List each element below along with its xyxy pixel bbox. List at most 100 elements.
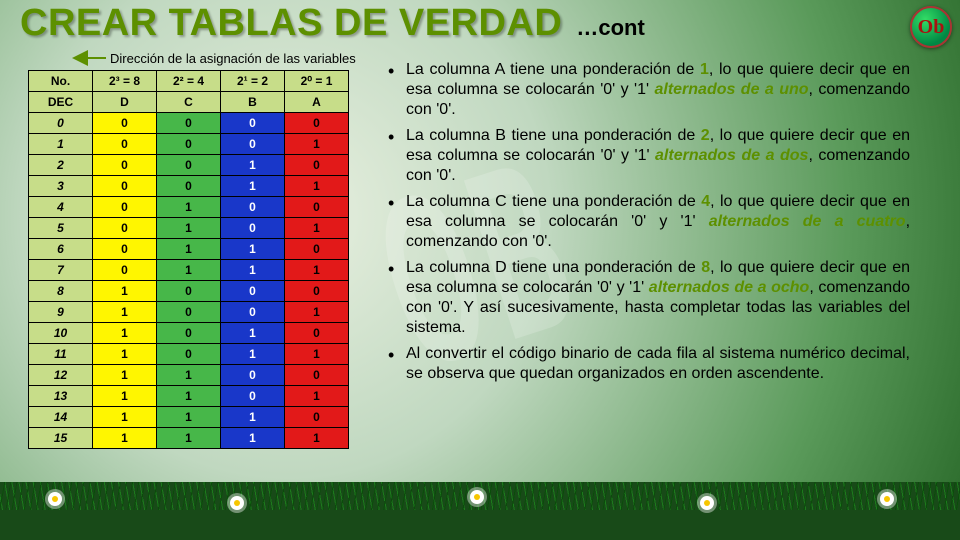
b2-t1: La columna B tiene una ponderación de bbox=[406, 127, 701, 144]
hdr-w4: 2² = 4 bbox=[157, 71, 221, 92]
cell-A: 1 bbox=[285, 428, 349, 449]
cell-D: 1 bbox=[93, 365, 157, 386]
cell-D: 1 bbox=[93, 344, 157, 365]
cell-B: 0 bbox=[221, 386, 285, 407]
hdr-A: A bbox=[285, 92, 349, 113]
b3-alt: alternados de a cuatro bbox=[709, 213, 906, 230]
cell-B: 0 bbox=[221, 134, 285, 155]
cell-D: 1 bbox=[93, 323, 157, 344]
cell-C: 1 bbox=[157, 386, 221, 407]
cell-C: 1 bbox=[157, 218, 221, 239]
arrow-rule bbox=[88, 57, 106, 59]
bullet-4: La columna D tiene una ponderación de 8,… bbox=[386, 258, 910, 338]
hdr-B: B bbox=[221, 92, 285, 113]
b5-t: Al convertir el código binario de cada f… bbox=[406, 345, 910, 382]
table-row: 40100 bbox=[29, 197, 349, 218]
cell-A: 0 bbox=[285, 155, 349, 176]
cell-A: 1 bbox=[285, 134, 349, 155]
bullet-5: Al convertir el código binario de cada f… bbox=[386, 344, 910, 384]
bullet-1: La columna A tiene una ponderación de 1,… bbox=[386, 60, 910, 120]
cell-index: 2 bbox=[29, 155, 93, 176]
cell-index: 10 bbox=[29, 323, 93, 344]
cell-C: 1 bbox=[157, 407, 221, 428]
slide-title-row: CREAR TABLAS DE VERDAD …cont bbox=[20, 2, 645, 45]
flower-icon bbox=[230, 496, 244, 510]
cell-A: 0 bbox=[285, 239, 349, 260]
bullet-3: La columna C tiene una ponderación de 4,… bbox=[386, 192, 910, 252]
table-row: 50101 bbox=[29, 218, 349, 239]
table-body: 0000010001200103001140100501016011070111… bbox=[29, 113, 349, 449]
cell-D: 0 bbox=[93, 134, 157, 155]
table-row: 20010 bbox=[29, 155, 349, 176]
arrow-left-icon bbox=[72, 50, 88, 66]
cell-C: 1 bbox=[157, 260, 221, 281]
cell-B: 1 bbox=[221, 407, 285, 428]
cell-B: 0 bbox=[221, 197, 285, 218]
cell-C: 0 bbox=[157, 344, 221, 365]
flower-icon bbox=[700, 496, 714, 510]
table-row: 141110 bbox=[29, 407, 349, 428]
cell-index: 1 bbox=[29, 134, 93, 155]
table-row: 10001 bbox=[29, 134, 349, 155]
bullet-list: La columna A tiene una ponderación de 1,… bbox=[386, 60, 910, 390]
cell-index: 7 bbox=[29, 260, 93, 281]
cell-D: 1 bbox=[93, 281, 157, 302]
flower-icon bbox=[880, 492, 894, 506]
cell-D: 0 bbox=[93, 197, 157, 218]
ob-badge: Ob bbox=[910, 6, 952, 48]
hdr-w2: 2¹ = 2 bbox=[221, 71, 285, 92]
cell-B: 1 bbox=[221, 428, 285, 449]
table-row: 151111 bbox=[29, 428, 349, 449]
hdr-w8: 2³ = 8 bbox=[93, 71, 157, 92]
grass-footer bbox=[0, 482, 960, 540]
table-row: 91001 bbox=[29, 302, 349, 323]
cell-index: 3 bbox=[29, 176, 93, 197]
cell-D: 0 bbox=[93, 155, 157, 176]
cell-D: 1 bbox=[93, 407, 157, 428]
cell-D: 0 bbox=[93, 218, 157, 239]
b3-t1: La columna C tiene una ponderación de bbox=[406, 193, 701, 210]
slide-title: CREAR TABLAS DE VERDAD bbox=[20, 2, 562, 45]
slide-title-cont: …cont bbox=[576, 15, 644, 41]
table-row: 81000 bbox=[29, 281, 349, 302]
bullet-2: La columna B tiene una ponderación de 2,… bbox=[386, 126, 910, 186]
b1-t1: La columna A tiene una ponderación de bbox=[406, 61, 700, 78]
cell-index: 8 bbox=[29, 281, 93, 302]
cell-D: 0 bbox=[93, 260, 157, 281]
table-row: 131101 bbox=[29, 386, 349, 407]
cell-A: 0 bbox=[285, 323, 349, 344]
cell-index: 5 bbox=[29, 218, 93, 239]
cell-A: 1 bbox=[285, 302, 349, 323]
table-header-vars: DEC D C B A bbox=[29, 92, 349, 113]
cell-D: 1 bbox=[93, 302, 157, 323]
b2-alt: alternados de a dos bbox=[655, 147, 808, 164]
b4-t1: La columna D tiene una ponderación de bbox=[406, 259, 701, 276]
b1-n: 1 bbox=[700, 61, 709, 78]
cell-C: 1 bbox=[157, 239, 221, 260]
cell-C: 0 bbox=[157, 155, 221, 176]
cell-C: 1 bbox=[157, 197, 221, 218]
b1-alt: alternados de a uno bbox=[654, 81, 808, 98]
cell-A: 1 bbox=[285, 176, 349, 197]
cell-index: 11 bbox=[29, 344, 93, 365]
cell-A: 1 bbox=[285, 218, 349, 239]
b4-alt: alternados de a ocho bbox=[649, 279, 810, 296]
cell-C: 1 bbox=[157, 428, 221, 449]
truth-table: No. 2³ = 8 2² = 4 2¹ = 2 2⁰ = 1 DEC D C … bbox=[28, 70, 349, 449]
cell-C: 0 bbox=[157, 176, 221, 197]
cell-D: 0 bbox=[93, 113, 157, 134]
cell-A: 0 bbox=[285, 281, 349, 302]
cell-index: 6 bbox=[29, 239, 93, 260]
cell-C: 1 bbox=[157, 365, 221, 386]
flower-icon bbox=[48, 492, 62, 506]
b4-n: 8 bbox=[701, 259, 710, 276]
cell-index: 9 bbox=[29, 302, 93, 323]
cell-A: 0 bbox=[285, 365, 349, 386]
cell-C: 0 bbox=[157, 302, 221, 323]
cell-index: 12 bbox=[29, 365, 93, 386]
cell-C: 0 bbox=[157, 134, 221, 155]
cell-A: 0 bbox=[285, 197, 349, 218]
hdr-D: D bbox=[93, 92, 157, 113]
cell-index: 13 bbox=[29, 386, 93, 407]
table-row: 111011 bbox=[29, 344, 349, 365]
